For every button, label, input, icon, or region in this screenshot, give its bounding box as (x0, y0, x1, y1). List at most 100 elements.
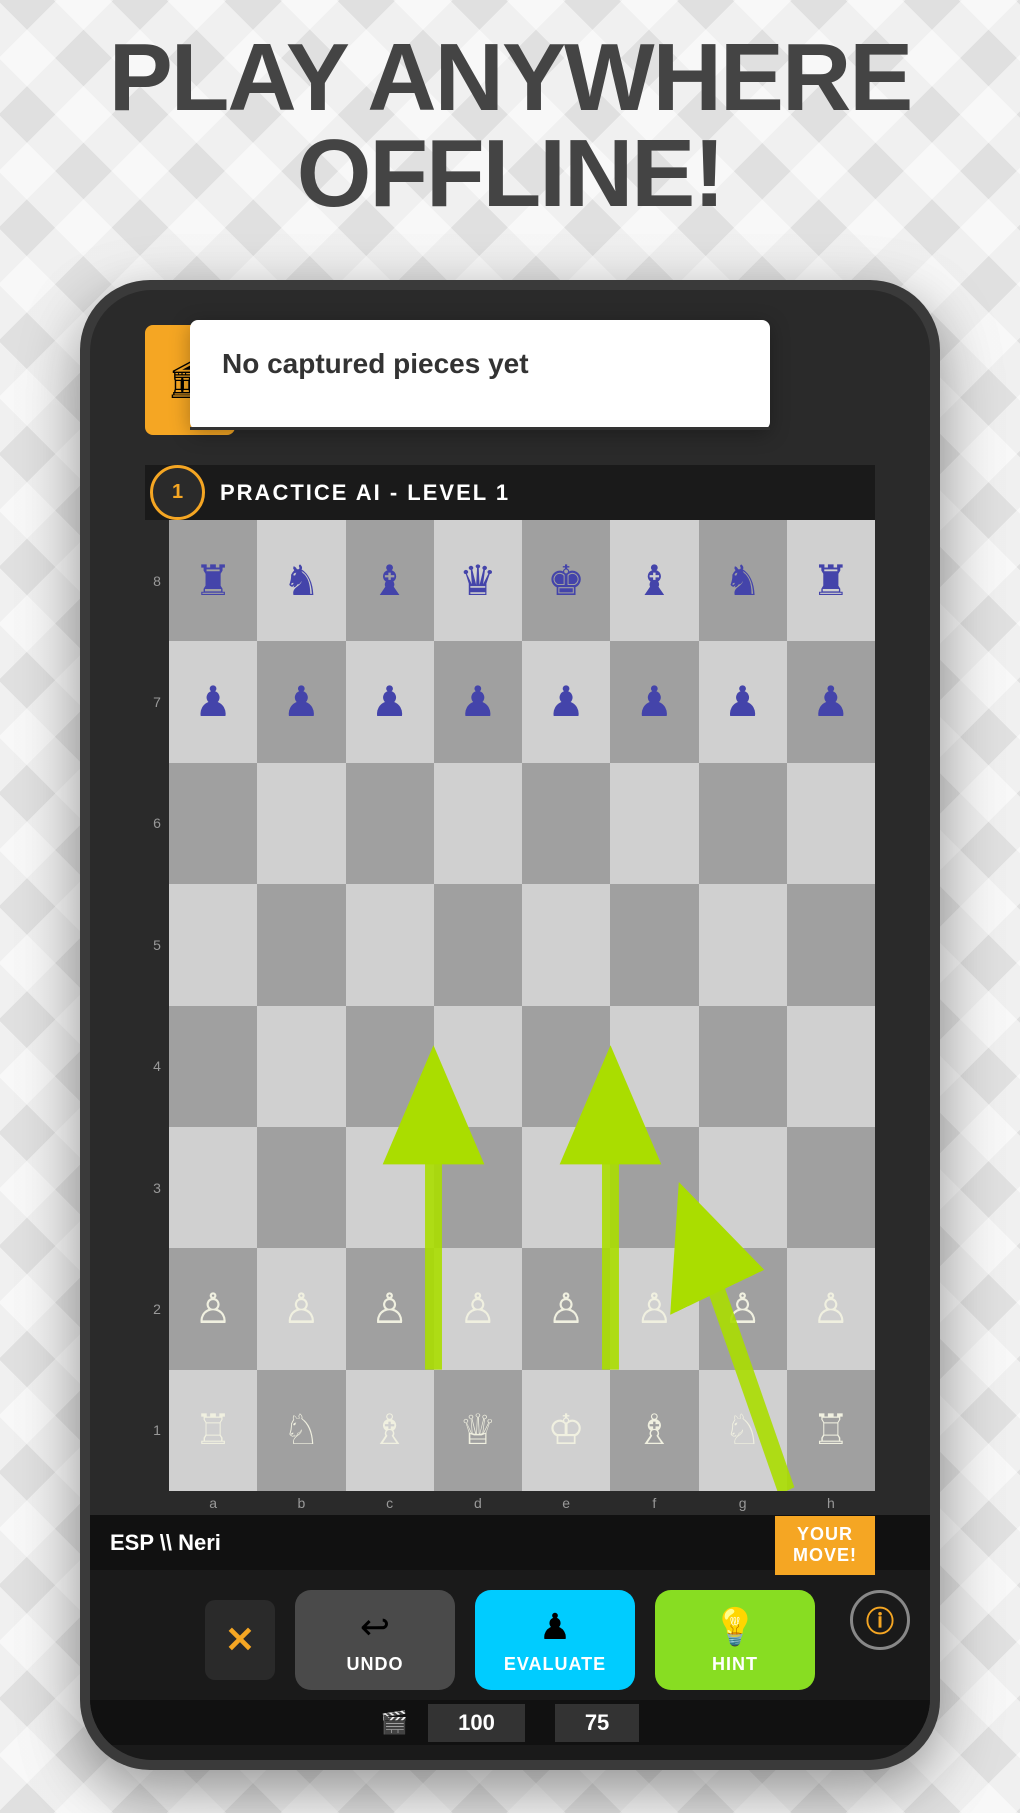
cell-h1[interactable]: ♖ (787, 1370, 875, 1491)
cell-h3[interactable] (787, 1127, 875, 1248)
info-button[interactable]: ⓘ (850, 1590, 910, 1650)
cell-h2[interactable]: ♙ (787, 1248, 875, 1369)
piece-black-rook-h8: ♜ (787, 520, 875, 641)
cell-f8[interactable]: ♝ (610, 520, 698, 641)
cell-e4[interactable] (522, 1006, 610, 1127)
rank-8: 8 (145, 520, 169, 641)
cell-a3[interactable] (169, 1127, 257, 1248)
piece-white-rook-a1: ♖ (169, 1370, 257, 1491)
cell-d8[interactable]: ♛ (434, 520, 522, 641)
piece-white-bishop-f1: ♗ (610, 1370, 698, 1491)
cell-c5[interactable] (346, 884, 434, 1005)
cell-e7[interactable]: ♟ (522, 641, 610, 762)
cell-b3[interactable] (257, 1127, 345, 1248)
cell-g7[interactable]: ♟ (699, 641, 787, 762)
cell-c1[interactable]: ♗ (346, 1370, 434, 1491)
cell-d5[interactable] (434, 884, 522, 1005)
cell-b4[interactable] (257, 1006, 345, 1127)
evaluate-button[interactable]: ♟ EVALUATE (475, 1590, 635, 1690)
level-bar: 1 PRACTICE AI - LEVEL 1 (145, 465, 875, 520)
cell-f1[interactable]: ♗ (610, 1370, 698, 1491)
hint-button[interactable]: 💡 HINT (655, 1590, 815, 1690)
cell-e1[interactable]: ♔ (522, 1370, 610, 1491)
cell-g3[interactable] (699, 1127, 787, 1248)
cell-d4[interactable] (434, 1006, 522, 1127)
cell-b1[interactable]: ♘ (257, 1370, 345, 1491)
file-h: h (787, 1491, 875, 1515)
cell-a5[interactable] (169, 884, 257, 1005)
cell-f2[interactable]: ♙ (610, 1248, 698, 1369)
piece-black-rook-a8: ♜ (169, 520, 257, 641)
file-c: c (346, 1491, 434, 1515)
piece-white-bishop-c1: ♗ (346, 1370, 434, 1491)
close-button[interactable]: ✕ (205, 1600, 275, 1680)
cell-h7[interactable]: ♟ (787, 641, 875, 762)
undo-button[interactable]: ↩ UNDO (295, 1590, 455, 1690)
rank-3: 3 (145, 1127, 169, 1248)
level-badge: 1 (150, 465, 205, 520)
piece-white-knight-g1: ♘ (699, 1370, 787, 1491)
cell-b8[interactable]: ♞ (257, 520, 345, 641)
cell-c6[interactable] (346, 763, 434, 884)
cell-d6[interactable] (434, 763, 522, 884)
cell-f3[interactable] (610, 1127, 698, 1248)
bottom-bar: ESP \\ Neri YOUR MOVE! ✕ ↩ UNDO ♟ EVALUA… (90, 1515, 930, 1760)
cell-d2[interactable]: ♙ (434, 1248, 522, 1369)
cell-f6[interactable] (610, 763, 698, 884)
piece-black-queen-d8: ♛ (434, 520, 522, 641)
cell-g1[interactable]: ♘ (699, 1370, 787, 1491)
cell-h5[interactable] (787, 884, 875, 1005)
rank-2: 2 (145, 1248, 169, 1369)
piece-white-pawn-e2: ♙ (522, 1248, 610, 1369)
cell-f7[interactable]: ♟ (610, 641, 698, 762)
cell-a7[interactable]: ♟ (169, 641, 257, 762)
cell-c3[interactable] (346, 1127, 434, 1248)
cell-a1[interactable]: ♖ (169, 1370, 257, 1491)
cell-a8[interactable]: ♜ (169, 520, 257, 641)
cell-f5[interactable] (610, 884, 698, 1005)
piece-black-pawn-c7: ♟ (346, 641, 434, 762)
cell-a2[interactable]: ♙ (169, 1248, 257, 1369)
bottom-status-row: 🎬 100 75 (90, 1700, 930, 1745)
cell-a4[interactable] (169, 1006, 257, 1127)
cell-b5[interactable] (257, 884, 345, 1005)
cell-e6[interactable] (522, 763, 610, 884)
cell-f4[interactable] (610, 1006, 698, 1127)
file-d: d (434, 1491, 522, 1515)
cell-b6[interactable] (257, 763, 345, 884)
piece-white-pawn-f2: ♙ (610, 1248, 698, 1369)
piece-black-king-e8: ♚ (522, 520, 610, 641)
cell-d1[interactable]: ♕ (434, 1370, 522, 1491)
piece-white-pawn-b2: ♙ (257, 1248, 345, 1369)
cell-h4[interactable] (787, 1006, 875, 1127)
cell-e2[interactable]: ♙ (522, 1248, 610, 1369)
cell-g6[interactable] (699, 763, 787, 884)
cell-c2[interactable]: ♙ (346, 1248, 434, 1369)
cell-g2[interactable]: ♙ (699, 1248, 787, 1369)
cell-g4[interactable] (699, 1006, 787, 1127)
your-move-badge: YOUR MOVE! (775, 1516, 875, 1575)
main-title: PLAY ANYWHERE OFFLINE! (0, 30, 1020, 222)
cell-e8[interactable]: ♚ (522, 520, 610, 641)
cell-e5[interactable] (522, 884, 610, 1005)
piece-black-bishop-c8: ♝ (346, 520, 434, 641)
file-f: f (610, 1491, 698, 1515)
cell-b2[interactable]: ♙ (257, 1248, 345, 1369)
cell-b7[interactable]: ♟ (257, 641, 345, 762)
cell-e3[interactable] (522, 1127, 610, 1248)
corner (145, 1491, 169, 1515)
cell-c8[interactable]: ♝ (346, 520, 434, 641)
hint-icon: 💡 (713, 1606, 758, 1648)
cell-c4[interactable] (346, 1006, 434, 1127)
cell-c7[interactable]: ♟ (346, 641, 434, 762)
piece-black-bishop-f8: ♝ (610, 520, 698, 641)
piece-black-pawn-g7: ♟ (699, 641, 787, 762)
rank-1: 1 (145, 1370, 169, 1491)
cell-g8[interactable]: ♞ (699, 520, 787, 641)
cell-h6[interactable] (787, 763, 875, 884)
cell-d7[interactable]: ♟ (434, 641, 522, 762)
cell-g5[interactable] (699, 884, 787, 1005)
cell-d3[interactable] (434, 1127, 522, 1248)
cell-a6[interactable] (169, 763, 257, 884)
cell-h8[interactable]: ♜ (787, 520, 875, 641)
